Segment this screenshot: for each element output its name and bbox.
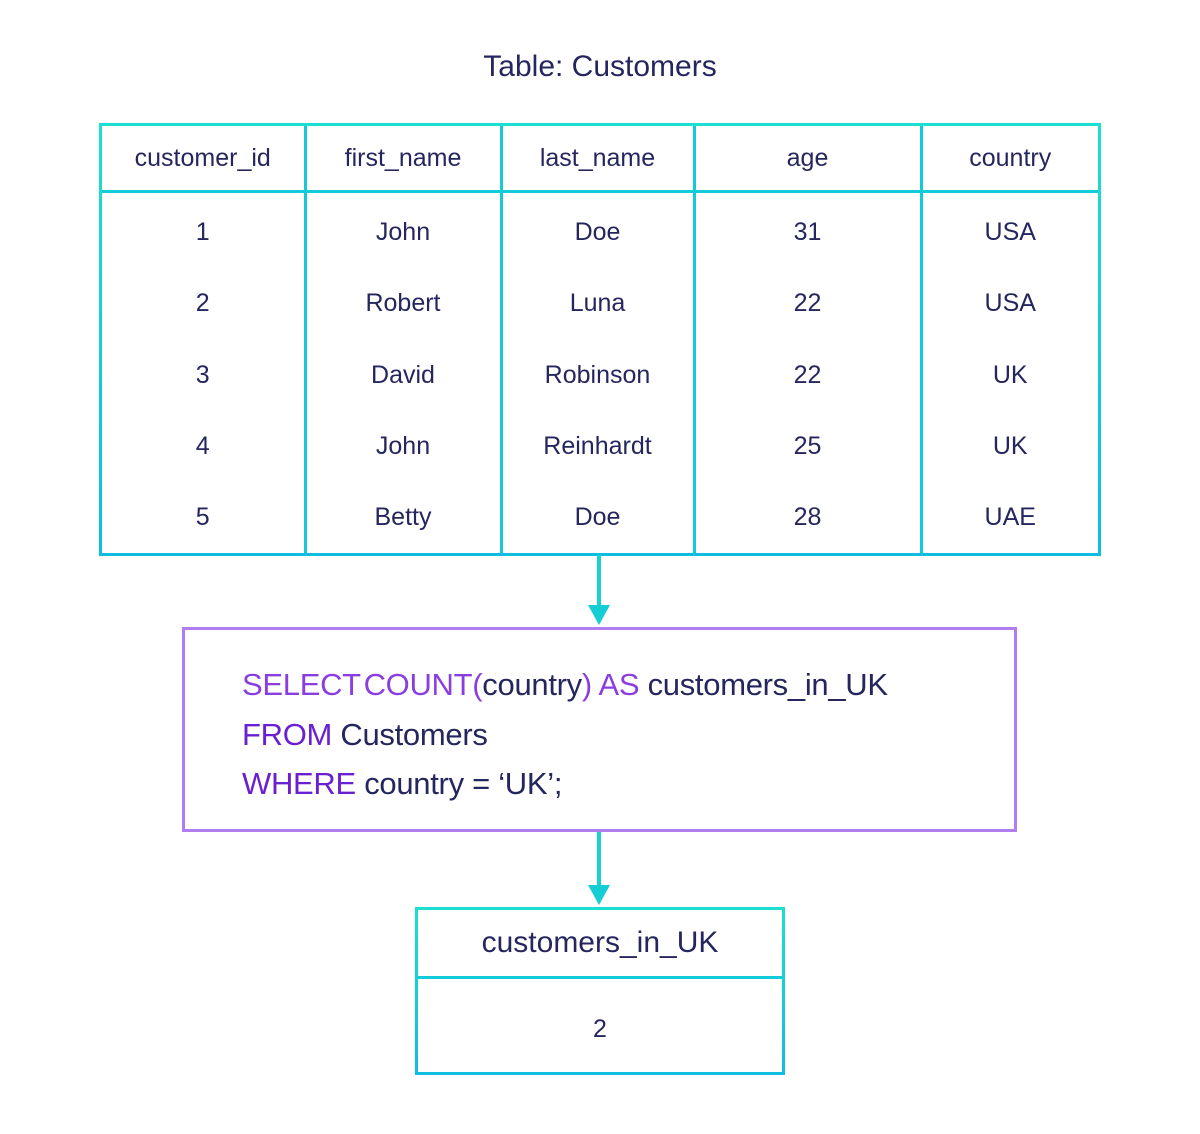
sql-keyword: WHERE [242, 766, 356, 801]
table-cell-age: 28 [692, 481, 921, 553]
table-cell-last-name: Robinson [499, 339, 694, 411]
table-row: 3 David Robinson 22 UK [102, 339, 1098, 411]
table-cell-first-name: John [303, 191, 501, 269]
sql-alias: customers_in_UK [647, 667, 888, 702]
table-cell-country: UK [919, 410, 1098, 482]
sql-table: Customers [340, 716, 488, 752]
sql-keyword: SELECT [242, 667, 361, 702]
sql-keyword: AS [598, 667, 640, 702]
sql-query: SELECT COUNT(country) AS customers_in_UK… [242, 660, 888, 809]
table-cell-age: 22 [692, 339, 921, 411]
arrow-down-icon [584, 555, 614, 627]
sql-line-1: SELECT COUNT(country) AS customers_in_UK [242, 660, 888, 710]
table-row: 4 John Reinhardt 25 UK [102, 410, 1098, 482]
customers-table: customer_id first_name last_name age cou… [99, 123, 1101, 556]
table-cell-customer-id: 5 [195, 502, 210, 531]
column-header: country [919, 126, 1098, 193]
column-header: age [692, 126, 921, 193]
table-cell-age: 25 [692, 410, 921, 482]
table-cell-first-name: John [303, 410, 501, 482]
table-cell-first-name: Robert [303, 268, 501, 340]
table-cell-customer-id: 2 [195, 289, 210, 318]
table-row: 1 John Doe 31 USA [102, 191, 1098, 269]
table-cell-country: USA [919, 268, 1098, 340]
table-cell-country: USA [919, 191, 1098, 269]
table-cell-last-name: Doe [499, 191, 694, 269]
table-header-row: customer_id first_name last_name age cou… [102, 126, 1098, 193]
sql-argument: country [482, 667, 582, 702]
sql-keyword: FROM [242, 716, 333, 752]
result-column-header: customers_in_UK [418, 910, 782, 979]
result-table: customers_in_UK 2 [415, 907, 785, 1075]
table-cell-age: 22 [692, 268, 921, 340]
table-cell-age: 31 [692, 191, 921, 269]
table-cell-last-name: Luna [499, 268, 694, 340]
table-cell-customer-id: 1 [195, 218, 210, 247]
table-cell-country: UK [919, 339, 1098, 411]
table-cell-last-name: Reinhardt [499, 410, 694, 482]
table-cell-customer-id: 3 [195, 360, 210, 389]
column-header: customer_id [102, 126, 305, 193]
arrow-down-icon [584, 832, 614, 907]
sql-line-3: WHERE country = ‘UK’; [242, 759, 888, 809]
customers-table-grid: customer_id first_name last_name age cou… [102, 126, 1098, 553]
table-cell-last-name: Doe [499, 481, 694, 553]
table-row: 5 Betty Doe 28 UAE [102, 481, 1098, 553]
sql-query-box: SELECT COUNT(country) AS customers_in_UK… [182, 627, 1017, 832]
sql-line-2: FROM Customers [242, 710, 888, 760]
sql-paren: ) [581, 667, 592, 702]
result-value: 2 [593, 1015, 607, 1043]
table-cell-first-name: David [303, 339, 501, 411]
sql-function: COUNT( [363, 667, 483, 702]
diagram-title: Table: Customers [483, 50, 717, 83]
table-cell-country: UAE [919, 481, 1098, 553]
table-row: 2 Robert Luna 22 USA [102, 268, 1098, 340]
column-header: last_name [499, 126, 694, 193]
column-header: first_name [303, 126, 501, 193]
sql-condition: country = ‘UK’; [364, 766, 563, 801]
table-cell-first-name: Betty [303, 481, 501, 553]
table-cell-customer-id: 4 [195, 431, 210, 460]
